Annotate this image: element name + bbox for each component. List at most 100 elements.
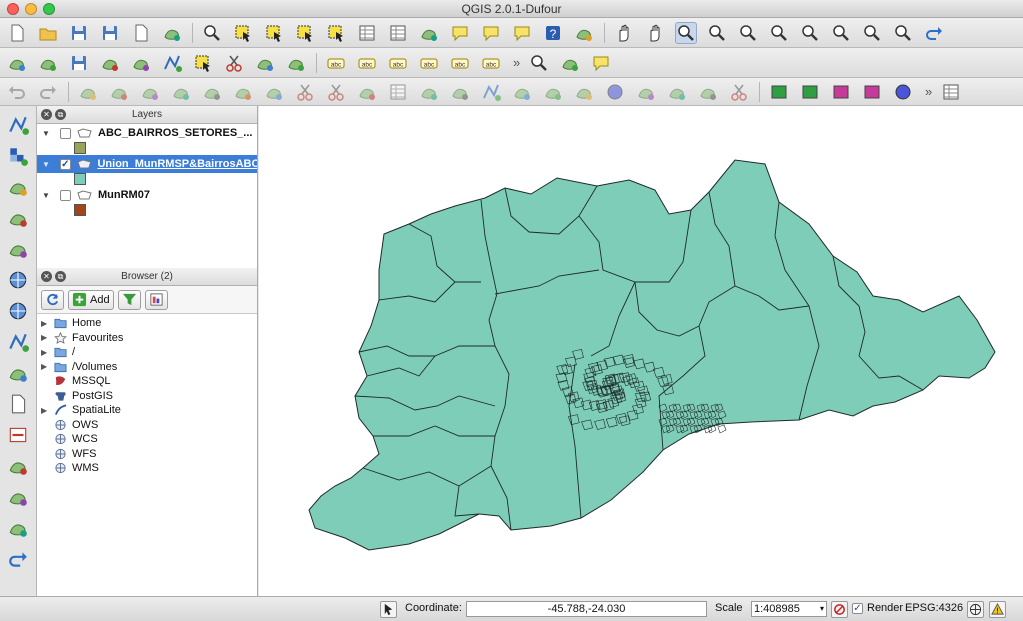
extend-button[interactable] <box>697 81 719 103</box>
circle-select-button[interactable] <box>892 81 914 103</box>
rotate-feature-button[interactable] <box>449 81 471 103</box>
messages-button[interactable] <box>989 601 1006 618</box>
expand-arrow-icon[interactable]: ▼ <box>42 129 52 138</box>
node-digitize-button[interactable] <box>480 81 502 103</box>
expand-arrow-icon[interactable]: ▶ <box>41 348 53 357</box>
add-selected-layers-button[interactable]: Add <box>68 289 114 310</box>
move-feature-button[interactable] <box>130 52 152 74</box>
browser-item[interactable]: MSSQL <box>37 374 257 389</box>
browser-item[interactable]: OWS <box>37 418 257 433</box>
delete-ring-button[interactable] <box>170 81 192 103</box>
browser-item[interactable]: WMS <box>37 461 257 476</box>
cut-features-button[interactable] <box>223 52 245 74</box>
pan-to-selection-button[interactable] <box>644 22 666 44</box>
change-label-button[interactable]: abc <box>480 52 502 74</box>
refresh-layer-button[interactable] <box>6 547 30 571</box>
browser-item[interactable]: ▶ Favourites <box>37 331 257 346</box>
remove-layer-button[interactable] <box>6 423 30 447</box>
show-hide-labels-button[interactable]: abc <box>387 52 409 74</box>
offset-curve-button[interactable] <box>263 81 285 103</box>
statistics-button[interactable] <box>387 22 409 44</box>
browser-item[interactable]: ▶ Home <box>37 316 257 331</box>
pan-button[interactable] <box>613 22 635 44</box>
rect-center-button[interactable] <box>799 81 821 103</box>
add-postgis-layer-button[interactable] <box>6 175 30 199</box>
add-mssql-layer-button[interactable] <box>6 237 30 261</box>
add-ring-button[interactable] <box>108 81 130 103</box>
layer-item[interactable]: ▼ ✓ Union_MunRMSP&BairrosABC <box>37 155 257 173</box>
delete-part-button[interactable] <box>201 81 223 103</box>
add-raster-layer-button[interactable] <box>6 144 30 168</box>
split-lines-button[interactable] <box>728 81 750 103</box>
layer-item[interactable]: ▼ ABC_BAIRROS_SETORES_... <box>37 124 257 142</box>
expand-arrow-icon[interactable]: ▶ <box>41 406 53 415</box>
simplify-button[interactable] <box>77 81 99 103</box>
refresh-button[interactable] <box>41 289 64 310</box>
browser-item[interactable]: WFS <box>37 447 257 462</box>
float-panel-icon[interactable]: ⧉ <box>55 271 66 282</box>
circle-button[interactable] <box>604 81 626 103</box>
whats-this-button[interactable] <box>573 22 595 44</box>
layer-symbol-swatch[interactable] <box>74 142 86 154</box>
zoom-actual-button[interactable] <box>737 22 759 44</box>
text-annotation-button[interactable] <box>480 22 502 44</box>
polygon-button[interactable] <box>861 81 883 103</box>
layer-item[interactable]: ▼ MunRM07 <box>37 186 257 204</box>
float-panel-icon[interactable]: ⧉ <box>55 109 66 120</box>
coordinate-field[interactable]: -45.788,-24.030 <box>466 601 707 617</box>
toolbar-overflow-button[interactable]: » <box>513 55 520 70</box>
toggle-editing-button[interactable] <box>37 52 59 74</box>
label-button[interactable]: abc <box>325 52 347 74</box>
crs-label[interactable]: EPSG:4326 <box>905 602 963 614</box>
expand-arrow-icon[interactable]: ▶ <box>41 319 53 328</box>
current-edits-button[interactable] <box>6 52 28 74</box>
deselect-button[interactable] <box>294 22 316 44</box>
layer-symbol-swatch[interactable] <box>74 173 86 185</box>
attribute-table-button[interactable] <box>356 22 378 44</box>
expand-arrow-icon[interactable]: ▶ <box>41 362 53 371</box>
layer-visibility-checkbox[interactable]: ✓ <box>59 158 71 170</box>
pin-labels-button[interactable]: abc <box>356 52 378 74</box>
close-panel-icon[interactable]: ✕ <box>41 271 52 282</box>
node-tool-button[interactable] <box>161 52 183 74</box>
add-part-button[interactable] <box>139 81 161 103</box>
zoom-full-button[interactable] <box>768 22 790 44</box>
trim-button[interactable] <box>666 81 688 103</box>
zoom-to-selection-button[interactable] <box>799 22 821 44</box>
merge-attributes-button[interactable] <box>387 81 409 103</box>
zoom-in-button[interactable] <box>675 21 697 44</box>
annotation-button[interactable] <box>449 22 471 44</box>
layer-visibility-checkbox[interactable] <box>60 127 71 139</box>
split-parts-button[interactable] <box>325 81 347 103</box>
browser-item[interactable]: ▶ / <box>37 345 257 360</box>
add-spatialite-layer-button[interactable] <box>6 206 30 230</box>
zoom-out-button[interactable] <box>706 22 728 44</box>
close-panel-icon[interactable]: ✕ <box>41 109 52 120</box>
vertex-button[interactable] <box>573 81 595 103</box>
collapse-all-button[interactable] <box>144 289 168 310</box>
browser-item[interactable]: ▶ SpatiaLite <box>37 403 257 418</box>
add-vector-layer-button[interactable] <box>6 113 30 137</box>
paste-features-button[interactable] <box>285 52 307 74</box>
sticky-note-button[interactable] <box>590 52 612 74</box>
add-delimited-text-button[interactable] <box>6 361 30 385</box>
add-virtual-layer-button[interactable] <box>6 516 30 540</box>
binoculars-button[interactable] <box>528 52 550 74</box>
new-print-composer-button[interactable] <box>130 22 152 44</box>
expand-arrow-icon[interactable]: ▶ <box>41 333 53 342</box>
scale-combo[interactable]: 1:408985 ▾ <box>751 601 827 617</box>
rect-extent-button[interactable] <box>830 81 852 103</box>
rotate-point-button[interactable] <box>418 81 440 103</box>
browser-item[interactable]: ▶ /Volumes <box>37 360 257 375</box>
split-button[interactable] <box>294 81 316 103</box>
merge-features-button[interactable] <box>356 81 378 103</box>
expression-select-button[interactable] <box>325 22 347 44</box>
crs-status-button[interactable] <box>967 601 984 618</box>
browser-item[interactable]: PostGIS <box>37 389 257 404</box>
zoom-last-button[interactable] <box>861 22 883 44</box>
add-wms-layer-button[interactable] <box>6 268 30 292</box>
new-shapefile-button[interactable] <box>6 392 30 416</box>
undo-button[interactable] <box>6 81 28 103</box>
browser-item[interactable]: WCS <box>37 432 257 447</box>
save-edits-button[interactable] <box>68 52 90 74</box>
